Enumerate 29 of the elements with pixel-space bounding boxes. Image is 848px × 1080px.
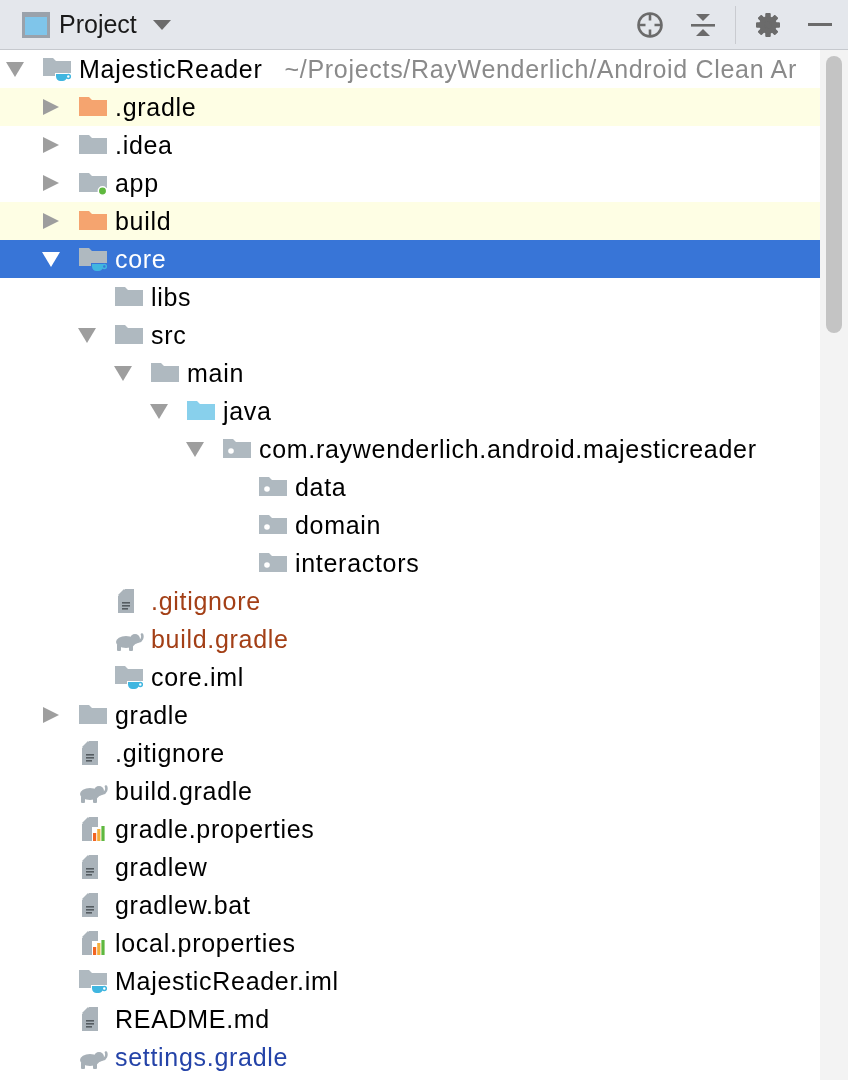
tree-item[interactable]: .gradle	[0, 88, 820, 126]
caret-right-icon[interactable]	[42, 136, 60, 154]
minimize-icon[interactable]	[808, 22, 832, 27]
scrollbar-track[interactable]	[820, 50, 848, 1080]
settings-icon[interactable]	[755, 11, 781, 38]
scrollbar-thumb[interactable]	[826, 56, 842, 333]
tree-item[interactable]: build	[0, 202, 820, 240]
caret-down-icon[interactable]	[114, 364, 132, 382]
caret-down-icon[interactable]	[6, 60, 24, 78]
tree-item[interactable]: core	[0, 240, 820, 278]
caret-right-icon[interactable]	[42, 174, 60, 192]
folder-cup-icon	[42, 56, 72, 82]
caret-right-icon[interactable]	[42, 98, 60, 116]
caret-right-icon[interactable]	[42, 706, 60, 724]
folder-cup-icon	[78, 968, 108, 994]
collapse-icon[interactable]	[690, 11, 716, 38]
caret-down-icon[interactable]	[150, 402, 168, 420]
project-path: ~/Projects/RayWenderlich/Android Clean Ar	[284, 54, 797, 84]
folder-cup-icon	[114, 664, 144, 690]
caret-right-icon[interactable]	[42, 212, 60, 230]
view-selector-button[interactable]: Project	[22, 4, 171, 45]
caret-down-icon[interactable]	[186, 440, 204, 458]
window-icon	[22, 10, 50, 39]
crosshair-icon[interactable]	[636, 10, 664, 39]
caret-down-icon[interactable]	[42, 250, 60, 268]
folder-dot-icon	[78, 170, 108, 196]
caret-down-icon[interactable]	[78, 326, 96, 344]
folder-cup-icon	[78, 246, 108, 272]
caret-icon[interactable]	[152, 19, 171, 30]
